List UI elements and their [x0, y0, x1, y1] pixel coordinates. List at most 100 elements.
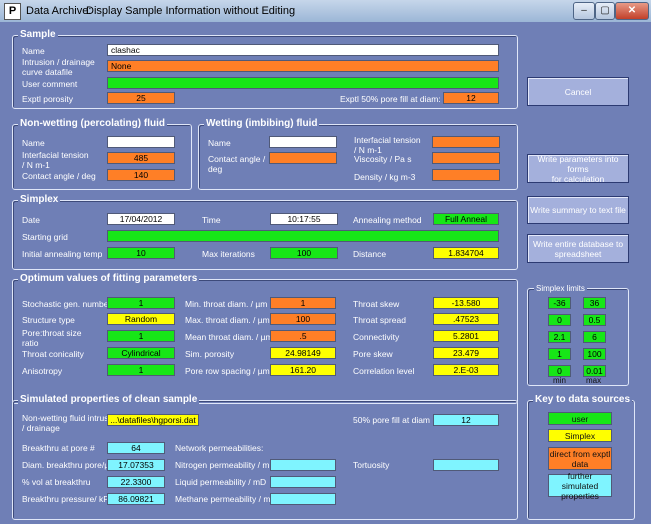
w-tension-field[interactable] — [432, 136, 500, 148]
app-name: Data Archive: — [26, 5, 92, 17]
minimize-button[interactable]: – — [573, 2, 595, 20]
w-viscosity-label: Viscosity / Pa s — [354, 154, 412, 164]
write-summary-button[interactable]: Write summary to text file — [527, 196, 629, 224]
limit-min-1[interactable]: 0 — [548, 314, 571, 326]
exptl-porefill-label: Exptl 50% pore fill at diam: — [340, 94, 441, 104]
curve-datafile-label: Intrusion / drainage curve datafile — [22, 57, 95, 77]
pore-fill-label: 50% pore fill at diam — [353, 415, 431, 425]
stoch-field[interactable]: 1 — [107, 297, 175, 309]
key-user: user — [548, 412, 612, 425]
w-tension-label: Interfacial tension / N m-1 — [354, 135, 421, 155]
mean-throat-label: Mean throat diam. / µm — [185, 332, 273, 342]
anneal-temp-label: Initial annealing temp — [22, 249, 103, 259]
throat-skew-field[interactable]: -13.580 — [433, 297, 499, 309]
sample-name-field[interactable]: clashac — [107, 44, 499, 56]
limit-max-3[interactable]: 100 — [583, 348, 606, 360]
pore-skew-label: Pore skew — [353, 349, 393, 359]
connectivity-field[interactable]: 5.2801 — [433, 330, 499, 342]
row-spacing-label: Pore row spacing / µm — [185, 366, 270, 376]
structure-field[interactable]: Random — [107, 313, 175, 325]
simulated-group: Simulated properties of clean sample Non… — [12, 394, 518, 520]
nw-angle-field[interactable]: 140 — [107, 169, 175, 181]
ratio-field[interactable]: 1 — [107, 330, 175, 342]
close-button[interactable]: ✕ — [615, 2, 649, 20]
time-field[interactable]: 10:17:55 — [270, 213, 338, 225]
limit-max-2[interactable]: 6 — [583, 331, 606, 343]
anisotropy-field[interactable]: 1 — [107, 364, 175, 376]
write-parameters-button[interactable]: Write parameters into forms for calculat… — [527, 154, 629, 184]
throat-spread-label: Throat spread — [353, 315, 406, 325]
simplex-heading: Simplex — [18, 194, 61, 206]
nw-tension-field[interactable]: 485 — [107, 152, 175, 164]
max-iterations-field[interactable]: 100 — [270, 247, 338, 259]
w-viscosity-field[interactable] — [432, 152, 500, 164]
conicality-field[interactable]: Cylindrical — [107, 347, 175, 359]
nonwetting-group: Non-wetting (percolating) fluid Name Int… — [12, 118, 192, 190]
w-name-field[interactable] — [269, 136, 337, 148]
limit-max-1[interactable]: 0.5 — [583, 314, 606, 326]
methane-perm-field[interactable] — [270, 493, 336, 505]
optimum-group: Optimum values of fitting parameters Sto… — [12, 273, 518, 404]
sample-group: Sample Name clashac Intrusion / drainage… — [12, 29, 518, 109]
tortuosity-field[interactable] — [433, 459, 499, 471]
w-angle-field[interactable] — [269, 152, 337, 164]
exptl-porosity-label: Exptl porosity — [22, 94, 74, 104]
key-group: Key to data sources user Simplex direct … — [527, 394, 635, 520]
exptl-porefill-field[interactable]: 12 — [443, 92, 499, 104]
correlation-field[interactable]: 2.E-03 — [433, 364, 499, 376]
app-icon: P — [4, 3, 21, 20]
ratio-label: Pore:throat size ratio — [22, 328, 82, 348]
maximize-button[interactable]: ▢ — [595, 2, 615, 20]
time-label: Time — [202, 215, 221, 225]
distance-field[interactable]: 1.834704 — [433, 247, 499, 259]
w-density-field[interactable] — [432, 169, 500, 181]
n2-perm-field[interactable] — [270, 459, 336, 471]
optimum-heading: Optimum values of fitting parameters — [18, 273, 200, 285]
n2-perm-label: Nitrogen permeability / mD — [175, 460, 276, 470]
write-database-button[interactable]: Write entire database to spreadsheet — [527, 234, 629, 263]
key-simplex: Simplex — [548, 429, 612, 442]
sample-name-label: Name — [22, 46, 45, 56]
title-bar: P Data Archive: Display Sample Informati… — [0, 0, 651, 23]
curve-datafile-field[interactable]: None — [107, 60, 499, 72]
window-title: Display Sample Information without Editi… — [86, 5, 296, 17]
min-throat-label: Min. throat diam. / µm — [185, 299, 268, 309]
simplex-limits-group: Simplex limits -36 36 0 0.5 2.1 6 1 100 … — [527, 283, 629, 386]
key-heading: Key to data sources — [533, 394, 633, 406]
date-field[interactable]: 17/04/2012 — [107, 213, 175, 225]
min-throat-field[interactable]: 1 — [270, 297, 336, 309]
break-press-label: Breakthru pressure/ kPa — [22, 494, 114, 504]
limit-max-0[interactable]: 36 — [583, 297, 606, 309]
sim-porosity-field[interactable]: 24.98149 — [270, 347, 336, 359]
liquid-perm-field[interactable] — [270, 476, 336, 488]
limit-min-0[interactable]: -36 — [548, 297, 571, 309]
nw-intrusion-field[interactable]: ...\datafiles\hgporsi.dat — [107, 414, 199, 426]
nw-intrusion-label: Non-wetting fluid intrusn / drainage — [22, 413, 114, 433]
exptl-porosity-field[interactable]: 25 — [107, 92, 175, 104]
key-further: further simulated properties — [548, 471, 612, 501]
anneal-temp-field[interactable]: 10 — [107, 247, 175, 259]
user-comment-field[interactable] — [107, 77, 499, 89]
key-exptl: direct from exptl data — [548, 447, 612, 470]
throat-spread-field[interactable]: .47523 — [433, 313, 499, 325]
limits-max-label: max — [586, 376, 602, 385]
client-area: Sample Name clashac Intrusion / drainage… — [0, 22, 651, 524]
break-diam-field[interactable]: 17.07353 — [107, 459, 165, 471]
nw-name-field[interactable] — [107, 136, 175, 148]
vol-break-field[interactable]: 22.3300 — [107, 476, 165, 488]
break-pore-field[interactable]: 64 — [107, 442, 165, 454]
nonwetting-heading: Non-wetting (percolating) fluid — [18, 118, 167, 130]
starting-grid-field[interactable] — [107, 230, 499, 242]
pore-skew-field[interactable]: 23.479 — [433, 347, 499, 359]
nw-tension-label: Interfacial tension / N m-1 — [22, 150, 89, 170]
row-spacing-field[interactable]: 161.20 — [270, 364, 336, 376]
cancel-button[interactable]: Cancel — [527, 77, 629, 106]
break-press-field[interactable]: 86.09821 — [107, 493, 165, 505]
sim-porosity-label: Sim. porosity — [185, 349, 235, 359]
pore-fill-field[interactable]: 12 — [433, 414, 499, 426]
anneal-field[interactable]: Full Anneal — [433, 213, 499, 225]
mean-throat-field[interactable]: .5 — [270, 330, 336, 342]
limit-min-3[interactable]: 1 — [548, 348, 571, 360]
limit-min-2[interactable]: 2.1 — [548, 331, 571, 343]
max-throat-field[interactable]: 100 — [270, 313, 336, 325]
